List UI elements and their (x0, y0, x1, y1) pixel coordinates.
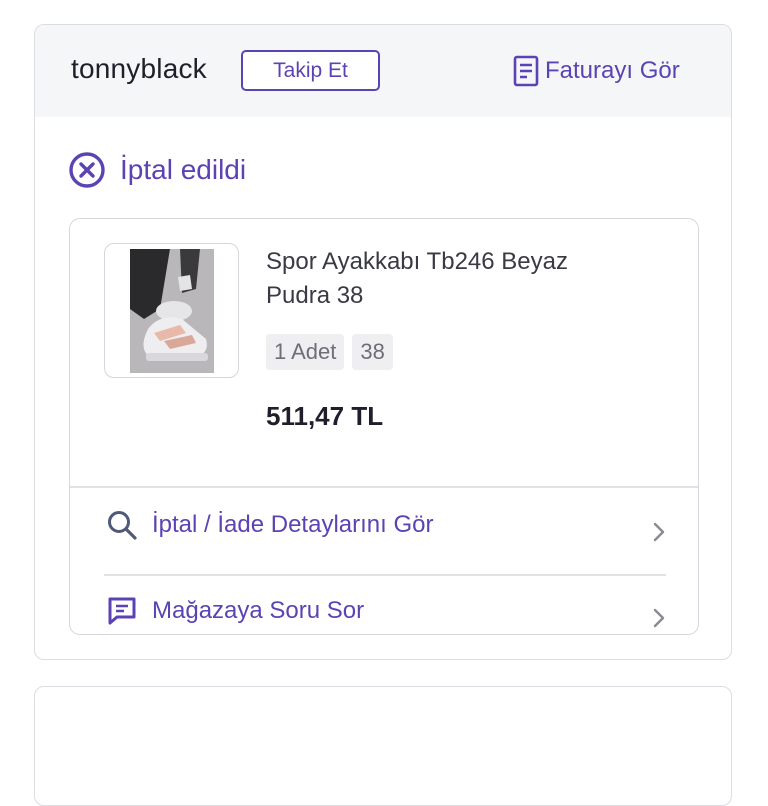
ask-store-label: Mağazaya Soru Sor (152, 597, 365, 624)
status-label: İptal edildi (120, 154, 247, 185)
next-order-card (34, 686, 732, 806)
divider (70, 486, 698, 488)
product-box: Spor Ayakkabı Tb246 Beyaz Pudra 38 1 Ade… (69, 218, 699, 635)
order-card: tonnyblack Takip Et Faturayı Gör İptal e… (34, 24, 732, 660)
ask-store-link[interactable]: Mağazaya Soru Sor (106, 595, 666, 628)
cancel-circle-icon (69, 152, 105, 188)
message-icon (108, 597, 136, 625)
view-invoice-label: Faturayı Gör (545, 57, 680, 84)
chevron-right-icon (653, 522, 665, 542)
card-header: tonnyblack Takip Et Faturayı Gör (35, 25, 731, 117)
follow-button[interactable]: Takip Et (241, 50, 380, 91)
product-image[interactable] (104, 243, 239, 378)
product-attributes: 1 Adet 38 (266, 334, 393, 370)
store-name[interactable]: tonnyblack (71, 53, 207, 85)
view-invoice-link[interactable]: Faturayı Gör (513, 55, 680, 87)
sneaker-photo-icon (129, 248, 214, 373)
quantity-badge: 1 Adet (266, 334, 345, 370)
size-badge: 38 (352, 334, 393, 370)
order-status: İptal edildi (68, 151, 246, 189)
return-details-link[interactable]: İptal / İade Detaylarını Gör (106, 509, 666, 542)
product-title[interactable]: Spor Ayakkabı Tb246 Beyaz Pudra 38 (266, 245, 626, 313)
search-icon (108, 511, 137, 540)
chevron-right-icon (653, 608, 665, 628)
product-price: 511,47 TL (266, 401, 384, 431)
return-details-label: İptal / İade Detaylarını Gör (152, 511, 434, 538)
divider (104, 574, 666, 576)
document-icon (513, 55, 539, 87)
